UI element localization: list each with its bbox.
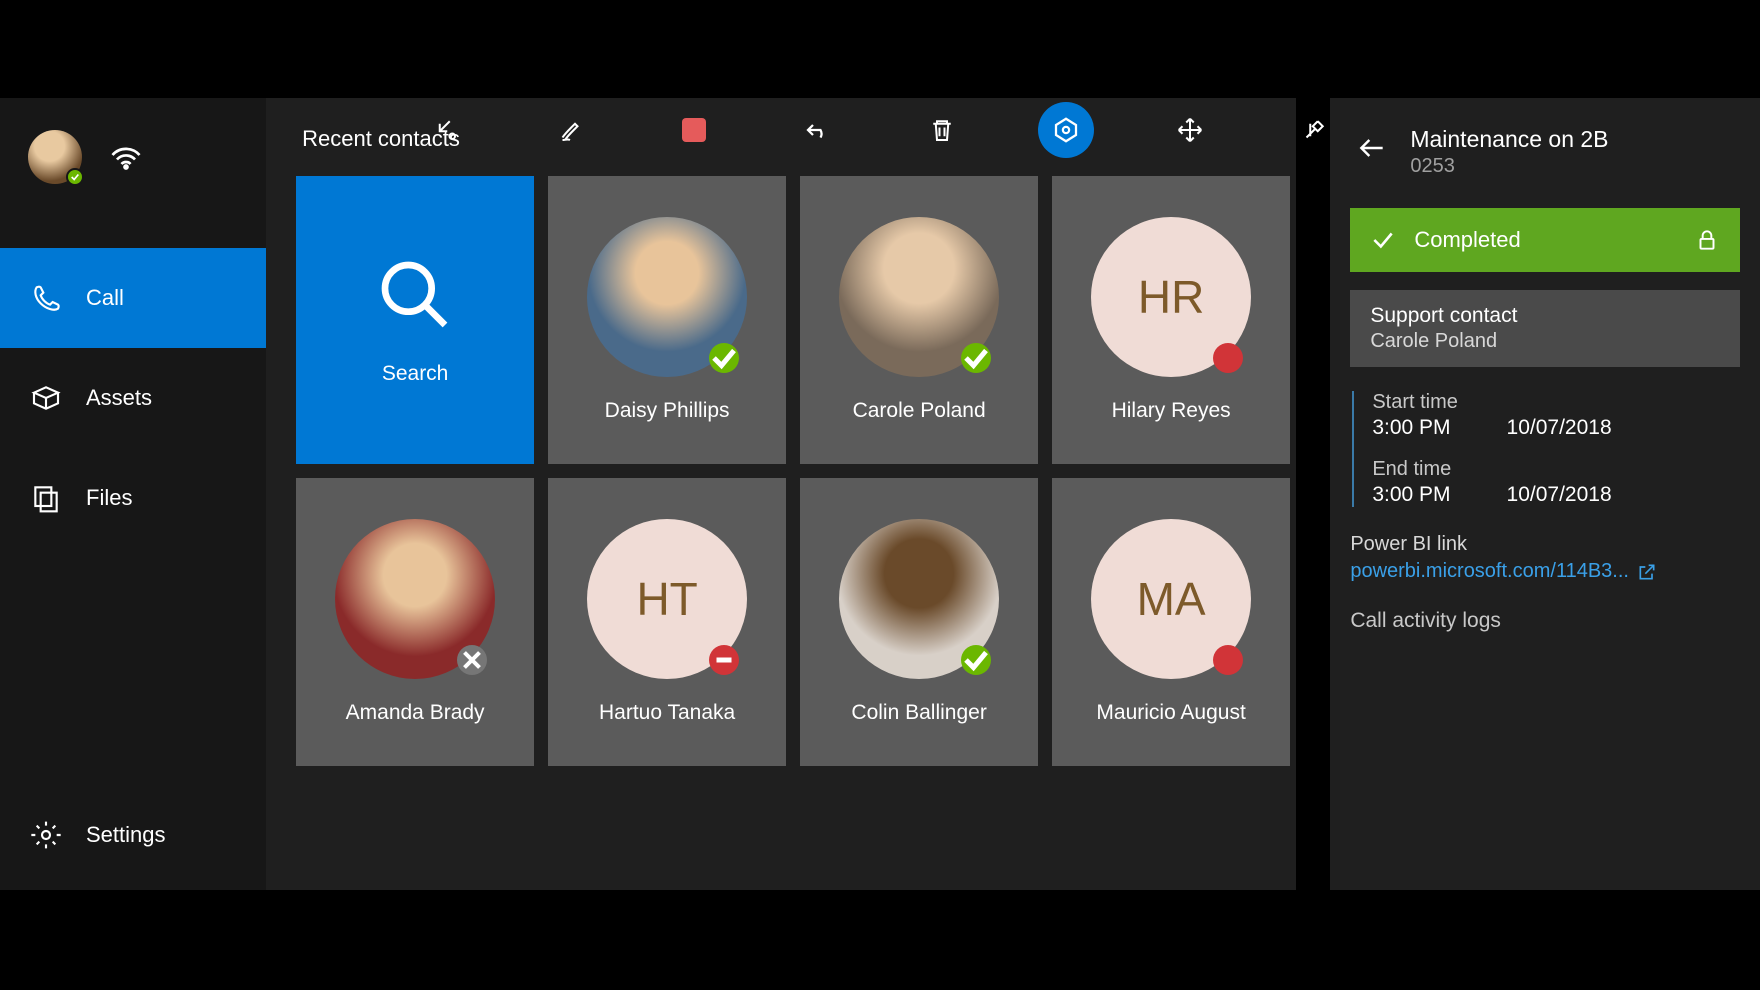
contact-name: Hilary Reyes [1112, 399, 1231, 423]
sidebar: Call Assets Files Settings [0, 98, 266, 890]
contact-tile[interactable]: Amanda Brady [296, 478, 534, 766]
contact-name: Daisy Phillips [605, 399, 730, 423]
contact-avatar: HT [587, 519, 747, 679]
status-label: Completed [1414, 227, 1520, 253]
details-panel: Maintenance on 2B 0253 Completed Support… [1330, 98, 1760, 890]
undo-icon[interactable] [790, 102, 846, 158]
start-time-label: Start time [1372, 391, 1740, 414]
avatar-initials: HR [1138, 270, 1204, 324]
settings-label: Settings [86, 822, 166, 848]
start-date-value: 10/07/2018 [1507, 416, 1612, 440]
presence-available-icon [66, 168, 84, 186]
search-icon [375, 255, 455, 340]
contact-tile[interactable]: HT Hartuo Tanaka [548, 478, 786, 766]
nav-item-files[interactable]: Files [0, 448, 266, 548]
check-icon [1370, 227, 1396, 253]
end-time-label: End time [1372, 458, 1740, 481]
time-info: Start time 3:00 PM 10/07/2018 End time 3… [1352, 391, 1740, 507]
contact-avatar: HR [1091, 217, 1251, 377]
search-label: Search [382, 362, 449, 386]
contact-avatar [839, 519, 999, 679]
start-time-value: 3:00 PM [1372, 416, 1450, 440]
status-busy-icon [1213, 343, 1243, 373]
contact-avatar [839, 217, 999, 377]
contact-name: Amanda Brady [346, 701, 485, 725]
powerbi-link[interactable]: powerbi.microsoft.com/114B3... [1350, 560, 1740, 583]
top-toolbar [0, 92, 1760, 167]
status-available-icon [961, 343, 991, 373]
incoming-icon[interactable] [418, 102, 474, 158]
support-label: Support contact [1370, 304, 1720, 328]
search-tile[interactable]: Search [296, 176, 534, 464]
contact-avatar [335, 519, 495, 679]
nav-label: Assets [86, 385, 152, 411]
external-link-icon [1637, 562, 1657, 582]
contact-avatar: MA [1091, 519, 1251, 679]
delete-icon[interactable] [914, 102, 970, 158]
contact-tile[interactable]: Colin Ballinger [800, 478, 1038, 766]
powerbi-label: Power BI link [1350, 533, 1740, 556]
status-available-icon [709, 343, 739, 373]
contact-tile[interactable]: MA Mauricio August [1052, 478, 1290, 766]
avatar-initials: HT [636, 572, 697, 626]
nav-item-call[interactable]: Call [0, 248, 266, 348]
record-icon[interactable] [666, 102, 722, 158]
ink-icon[interactable] [542, 102, 598, 158]
support-contact-card[interactable]: Support contact Carole Poland [1350, 290, 1740, 367]
nav-label: Call [86, 285, 124, 311]
end-date-value: 10/07/2018 [1507, 483, 1612, 507]
support-name: Carole Poland [1370, 330, 1720, 353]
status-busy-icon [1213, 645, 1243, 675]
move-icon[interactable] [1162, 102, 1218, 158]
contacts-grid: Search Daisy Phillips Carole Poland HR Hila… [296, 176, 1266, 766]
contact-tile[interactable]: Carole Poland [800, 176, 1038, 464]
contact-name: Mauricio August [1096, 701, 1245, 725]
share-icon[interactable] [1038, 102, 1094, 158]
contact-name: Carole Poland [853, 399, 986, 423]
pin-icon[interactable] [1286, 102, 1342, 158]
contact-tile[interactable]: HR Hilary Reyes [1052, 176, 1290, 464]
end-time-value: 3:00 PM [1372, 483, 1450, 507]
contact-tile[interactable]: Daisy Phillips [548, 176, 786, 464]
contact-name: Colin Ballinger [851, 701, 986, 725]
nav-item-assets[interactable]: Assets [0, 348, 266, 448]
nav-label: Files [86, 485, 132, 511]
avatar-initials: MA [1137, 572, 1206, 626]
status-completed: Completed [1350, 208, 1740, 272]
status-offline-icon [457, 645, 487, 675]
status-dnd-icon [709, 645, 739, 675]
main-content: Recent contacts Search Daisy PhillipsCar… [266, 98, 1296, 890]
lock-icon [1694, 227, 1720, 253]
call-activity-logs-label: Call activity logs [1350, 609, 1740, 633]
status-available-icon [961, 645, 991, 675]
nav-item-settings[interactable]: Settings [0, 790, 266, 880]
contact-name: Hartuo Tanaka [599, 701, 735, 725]
contact-avatar [587, 217, 747, 377]
